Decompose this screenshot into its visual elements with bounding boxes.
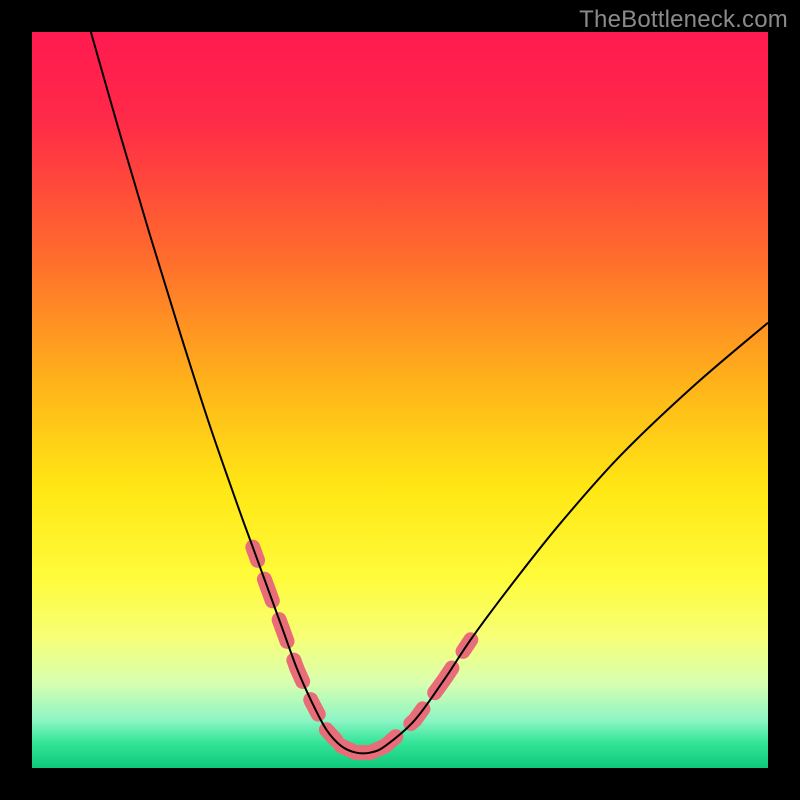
bottleneck-curve	[91, 32, 768, 753]
curve-layer	[32, 32, 768, 768]
watermark-text: TheBottleneck.com	[579, 6, 788, 34]
plot-area	[32, 32, 768, 768]
chart-frame: TheBottleneck.com	[0, 0, 800, 800]
highlight-segments	[253, 547, 474, 752]
